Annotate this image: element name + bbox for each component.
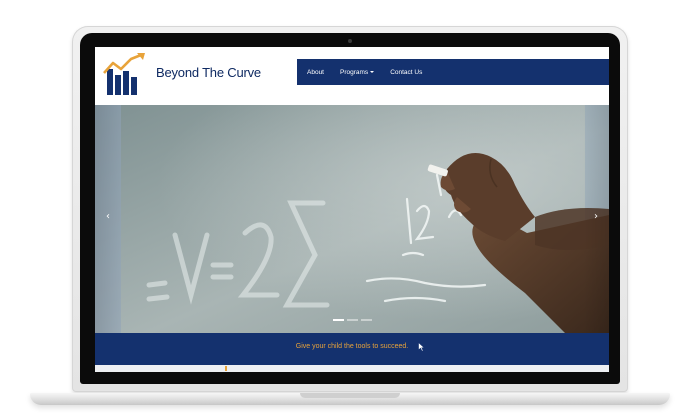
nav-item-about[interactable]: About [299,69,332,76]
section-accent-mark [225,366,227,371]
laptop-base-notch [300,393,400,398]
laptop-screen: Beyond The Curve About Programs Contact … [95,47,609,372]
nav-item-label: Programs [340,68,369,76]
caret-down-icon [370,70,375,73]
laptop-frame: Beyond The Curve About Programs Contact … [0,0,700,415]
mouse-pointer-icon [418,342,425,352]
next-section-edge [95,365,609,372]
hero-image [95,105,609,333]
webcam [348,39,352,43]
tagline-text: Give your child the tools to succeed. [295,343,409,350]
tagline-band: Give your child the tools to succeed. [95,333,609,365]
main-nav: About Programs Contact Us [297,59,609,85]
rising-bar-chart-arrow-logo-icon[interactable] [101,51,147,97]
nav-item-contact-us[interactable]: Contact Us [382,69,430,76]
carousel-next-button[interactable]: › [583,105,609,333]
nav-item-programs[interactable]: Programs [332,69,382,76]
nav-item-label: Contact Us [390,68,423,76]
nav-item-label: About [307,68,324,76]
carousel-prev-button[interactable]: ‹ [95,105,121,333]
carousel-indicator[interactable] [333,319,344,321]
site-header: Beyond The Curve About Programs Contact … [95,47,609,105]
chevron-right-icon: › [594,211,598,222]
carousel-indicator[interactable] [361,319,372,321]
brand-name[interactable]: Beyond The Curve [156,65,261,80]
hero-carousel: ‹ › [95,105,609,333]
carousel-indicators [333,319,372,321]
carousel-indicator[interactable] [347,319,358,321]
chevron-left-icon: ‹ [106,211,110,222]
